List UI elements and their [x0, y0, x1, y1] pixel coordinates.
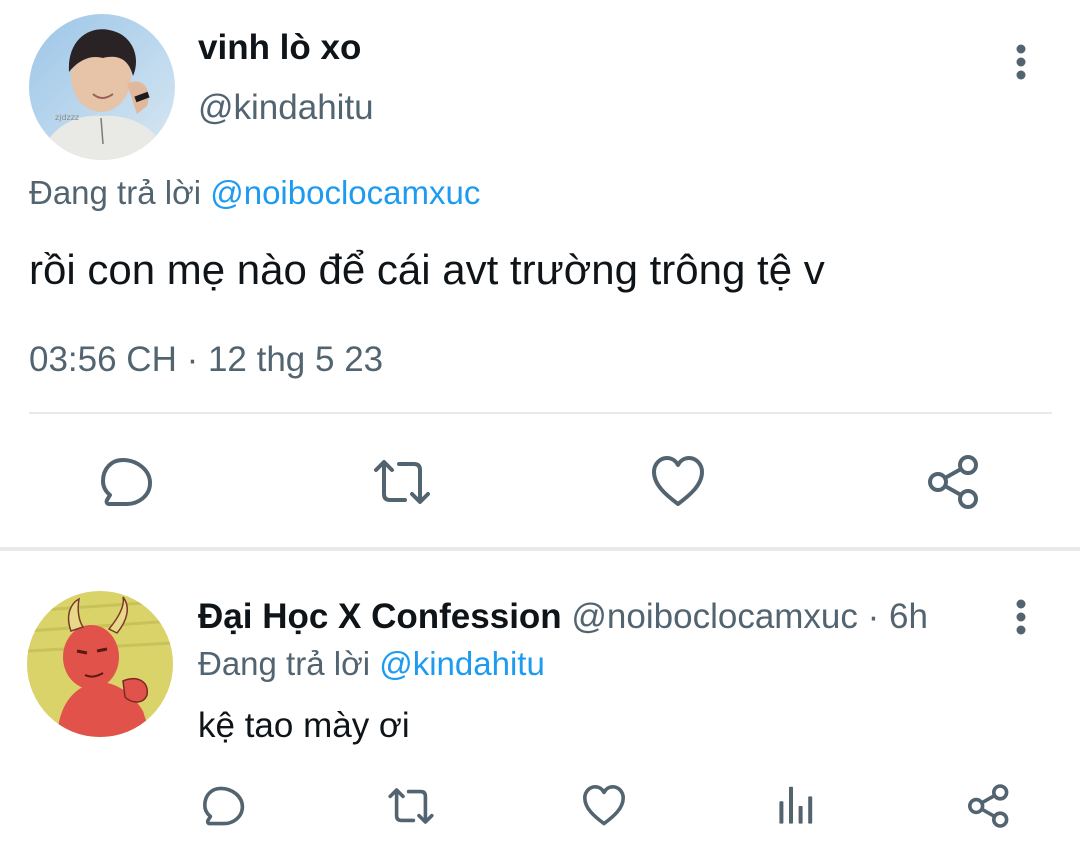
reply-author-handle[interactable]: @noiboclocamxuc · 6h — [571, 597, 928, 636]
avatar-photo: zjdzzz — [29, 14, 175, 160]
reply-tweet-text: kệ tao mày ơi — [198, 706, 410, 745]
share-icon[interactable] — [924, 452, 984, 512]
author-avatar[interactable]: zjdzzz — [29, 14, 175, 160]
avatar-illustration — [27, 591, 173, 737]
reply-author-display-name[interactable]: Đại Học X Confession — [198, 597, 562, 636]
divider — [29, 412, 1052, 414]
tweet-text: rồi con mẹ nào để cái avt trường trông t… — [29, 246, 825, 293]
reply-context-label: Đang trả lời — [29, 174, 202, 211]
reply-context: Đang trả lời @noiboclocamxuc — [29, 174, 480, 212]
tweet-timestamp[interactable]: 03:56 CH · 12 thg 5 23 — [29, 340, 383, 380]
reply-context-mention[interactable]: @noiboclocamxuc — [210, 174, 480, 211]
reply-more-options-icon[interactable] — [1003, 597, 1039, 637]
author-display-name[interactable]: vinh lò xo — [198, 28, 361, 68]
retweet-icon[interactable] — [372, 452, 432, 512]
reply-tweet-context-label: Đang trả lời — [198, 645, 371, 682]
reply-icon[interactable] — [97, 452, 157, 512]
like-icon[interactable] — [648, 452, 708, 512]
reply-author-avatar[interactable] — [27, 591, 173, 737]
reply-tweet-context-mention[interactable]: @kindahitu — [379, 645, 545, 682]
section-divider — [0, 547, 1080, 551]
reply-header: Đại Học X Confession @noiboclocamxuc · 6… — [198, 597, 928, 637]
reply-tweet-retweet-icon[interactable] — [387, 782, 435, 830]
reply-tweet-analytics-icon[interactable] — [773, 782, 821, 830]
avatar-watermark: zjdzzz — [55, 113, 79, 122]
author-handle[interactable]: @kindahitu — [198, 88, 374, 128]
reply-tweet-reply-context: Đang trả lời @kindahitu — [198, 645, 545, 683]
reply-tweet-share-icon[interactable] — [965, 782, 1013, 830]
reply-tweet-like-icon[interactable] — [580, 782, 628, 830]
more-options-icon[interactable] — [1003, 42, 1039, 82]
reply-tweet-reply-icon[interactable] — [200, 782, 248, 830]
